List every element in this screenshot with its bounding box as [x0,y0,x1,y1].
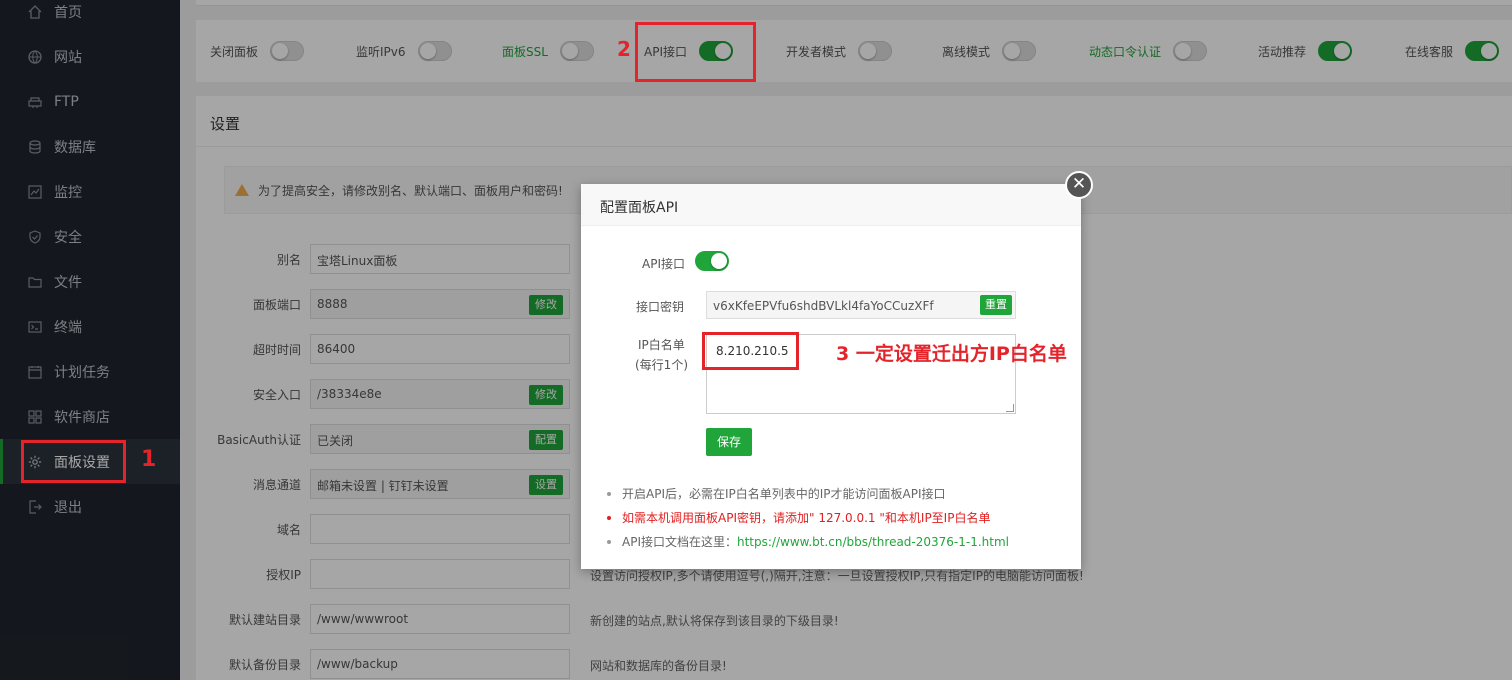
resize-grip-icon[interactable] [1006,404,1014,412]
api-notes: 开启API后，必需在IP白名单列表中的IP才能访问面板API接口 如需本机调用面… [605,484,1065,556]
api-key-field[interactable]: v6xKfeEPVfu6shdBVLkl4faYoCCuzXFf 重置 [706,291,1016,319]
api-interface-toggle[interactable] [695,251,729,271]
api-key-label: 接口密钥 [636,300,685,314]
note-item-warning: 如需本机调用面板API密钥，请添加" 127.0.0.1 "和本机IP至IP白名… [605,508,1065,532]
close-icon[interactable]: ✕ [1065,171,1093,199]
annotation-box-api-toggle [635,22,756,82]
api-doc-link[interactable]: https://www.bt.cn/bbs/thread-20376-1-1.h… [737,535,1009,549]
annotation-step-1: 1 [141,447,157,472]
api-key-value: v6xKfeEPVfu6shdBVLkl4faYoCCuzXFf [713,299,934,313]
save-button[interactable]: 保存 [706,428,752,456]
doc-prefix: API接口文档在这里： [622,535,737,549]
reset-key-button[interactable]: 重置 [980,295,1012,315]
api-config-modal: 配置面板API ✕ API接口 接口密钥 v6xKfeEPVfu6shdBVLk… [581,171,1093,569]
annotation-box-ip-whitelist [702,332,799,370]
annotation-step-3: 3 一定设置迁出方IP白名单 [836,343,1067,365]
note-item: 开启API后，必需在IP白名单列表中的IP才能访问面板API接口 [605,484,1065,508]
api-interface-label: API接口 [642,257,685,271]
ip-whitelist-sublabel: (每行1个) [635,358,688,372]
note-item-doc: API接口文档在这里：https://www.bt.cn/bbs/thread-… [605,532,1065,556]
annotation-box-panel-settings [21,440,126,483]
annotation-step-2: 2 [617,37,631,61]
ip-whitelist-label: IP白名单 [638,338,685,352]
modal-title: 配置面板API [581,184,1081,226]
